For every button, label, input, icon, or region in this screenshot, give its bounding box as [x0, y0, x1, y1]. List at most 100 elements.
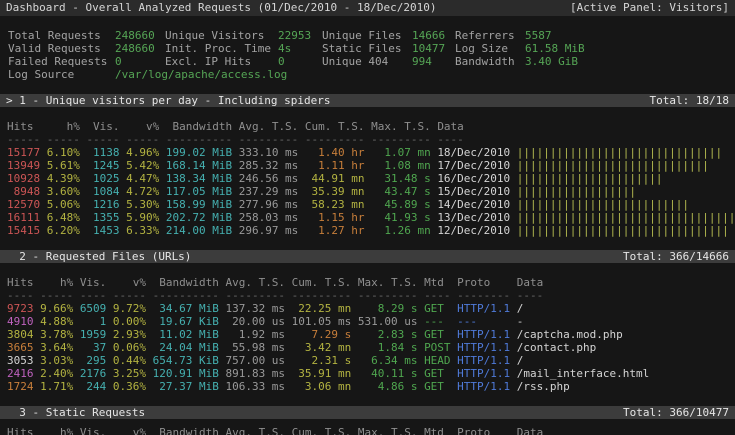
col-header-cum-t-s: Cum. T.S. [305, 120, 365, 133]
cell-hits: 10928 [7, 172, 40, 185]
col-header-vis: Vis. [80, 426, 106, 435]
hits-bar: |||||||||||||||||| [517, 185, 636, 198]
cell-cum-t-s: 22.25 mn [292, 302, 352, 315]
stat-label-log-size: Log Size [455, 42, 508, 55]
col-header-bandwidth: Bandwidth [153, 426, 219, 435]
cell-bandwidth: 168.14 MiB [166, 159, 232, 172]
stat-value-unique-files: 14666 [412, 29, 445, 42]
cell-vis: 37 [80, 341, 106, 354]
cell-max-t-s: 1.84 s [358, 341, 418, 354]
cell-vis: 1959 [80, 328, 106, 341]
separator-dashes: -------- [457, 289, 510, 302]
table-row[interactable]: 154156.20%14536.33%214.00 MiB296.97 ms1.… [0, 224, 735, 237]
table-row[interactable]: 97239.66%65099.72%34.67 MiB137.32 ms22.2… [0, 302, 735, 315]
stat-label-unique-404: Unique 404 [322, 55, 388, 68]
cell-hits: 1724 [7, 380, 33, 393]
col-header-max-t-s: Max. T.S. [358, 426, 418, 435]
summary-line: Valid Requests 248660 Init. Proc. Time 4… [0, 42, 735, 55]
cell-mtd: GET [424, 302, 450, 315]
stat-value-total-requests: 248660 [115, 29, 155, 42]
cell-cum-t-s: 101.05 ms [292, 315, 352, 328]
panel-header-unique-visitors[interactable]: > 1 - Unique visitors per day - Includin… [0, 94, 735, 107]
table-row[interactable]: 36653.64%370.06%24.04 MiB55.98 ms3.42 mn… [0, 341, 735, 354]
cell-avg-t-s: 1.92 ms [225, 328, 285, 341]
col-header-avg-t-s: Avg. T.S. [225, 276, 285, 289]
stat-value-init-proc-time: 4s [278, 42, 291, 55]
column-headers: Hitsh%Vis.v%BandwidthAvg. T.S.Cum. T.S.M… [0, 120, 735, 133]
cell-avg-t-s: 277.96 ms [239, 198, 299, 211]
cell-cum-t-s: 3.42 mn [292, 341, 352, 354]
cell-cum-t-s: 1.15 hr [305, 211, 365, 224]
cell-v: 0.06% [113, 341, 146, 354]
table-row[interactable]: 89483.60%10844.72%117.05 MiB237.29 ms35.… [0, 185, 735, 198]
table-row[interactable]: 24162.40%21763.25%120.91 MiB891.83 ms35.… [0, 367, 735, 380]
summary-line: Failed Requests 0 Excl. IP Hits 0 Unique… [0, 55, 735, 68]
separator-dashes: ---------- [153, 289, 219, 302]
table-row[interactable]: 17241.71%2440.36%27.37 MiB106.33 ms3.06 … [0, 380, 735, 393]
table-row[interactable]: 109284.39%10254.47%138.34 MiB246.56 ms44… [0, 172, 735, 185]
col-header-cum-t-s: Cum. T.S. [292, 426, 352, 435]
column-headers: Hitsh%Vis.v%BandwidthAvg. T.S.Cum. T.S.M… [0, 276, 735, 289]
cell-h: 6.10% [47, 146, 80, 159]
table-row[interactable]: 151776.10%11384.96%199.02 MiB333.10 ms1.… [0, 146, 735, 159]
cell-avg-t-s: 237.29 ms [239, 185, 299, 198]
cell-hits: 12570 [7, 198, 40, 211]
cell-v: 0.36% [113, 380, 146, 393]
col-header-max-t-s: Max. T.S. [371, 120, 431, 133]
summary-line: Log Source /var/log/apache/access.log [0, 68, 735, 81]
panel-header-static-requests[interactable]: 3 - Static Requests Total: 366/10477 [0, 406, 735, 419]
cell-vis: 6509 [80, 302, 106, 315]
cell-bandwidth: 24.04 MiB [153, 341, 219, 354]
summary-line: Total Requests 248660 Unique Visitors 22… [0, 29, 735, 42]
stat-value-log-source: /var/log/apache/access.log [115, 68, 287, 81]
cell-proto: HTTP/1.1 [457, 328, 510, 341]
cell-v: 0.44% [113, 354, 146, 367]
cell-max-t-s: 4.86 s [358, 380, 418, 393]
spacer [0, 419, 735, 426]
cell-cum-t-s: 2.31 s [292, 354, 352, 367]
cell-h: 5.61% [47, 159, 80, 172]
table-row[interactable]: 49104.88%10.00%19.67 KiB20.00 us101.05 m… [0, 315, 735, 328]
cell-mtd: GET [424, 328, 450, 341]
cell-max-t-s: 8.29 s [358, 302, 418, 315]
panel-title: 2 - Requested Files (URLs) [6, 250, 191, 263]
cell-data: - [517, 315, 524, 328]
table-row[interactable]: 30533.03%2950.44%654.73 KiB757.00 us2.31… [0, 354, 735, 367]
stat-value-valid-requests: 248660 [115, 42, 155, 55]
col-header-data: Data [437, 120, 464, 133]
cell-avg-t-s: 296.97 ms [239, 224, 299, 237]
stat-label-referrers: Referrers [455, 29, 515, 42]
cell-data: 17/Dec/2010 [437, 159, 510, 172]
cell-max-t-s: 2.83 s [358, 328, 418, 341]
cell-avg-t-s: 333.10 ms [239, 146, 299, 159]
cell-bandwidth: 158.99 MiB [166, 198, 232, 211]
cell-max-t-s: 1.26 mn [371, 224, 431, 237]
stat-label-valid-requests: Valid Requests [8, 42, 101, 55]
panel-header-requested-files[interactable]: 2 - Requested Files (URLs) Total: 366/14… [0, 250, 735, 263]
cell-h: 4.39% [47, 172, 80, 185]
cell-avg-t-s: 106.33 ms [225, 380, 285, 393]
panel-title: 3 - Static Requests [6, 406, 145, 419]
cell-vis: 1 [80, 315, 106, 328]
cell-vis: 2176 [80, 367, 106, 380]
col-header-hits: Hits [7, 426, 33, 435]
stat-value-excl-ip-hits: 0 [278, 55, 285, 68]
table-row[interactable]: 125705.06%12165.30%158.99 MiB277.96 ms58… [0, 198, 735, 211]
col-header-proto: Proto [457, 276, 510, 289]
col-header-data: Data [517, 276, 544, 289]
stat-label-unique-visitors: Unique Visitors [165, 29, 264, 42]
cell-cum-t-s: 1.40 hr [305, 146, 365, 159]
spacer [0, 263, 735, 276]
separator-dashes: ----- [47, 133, 80, 146]
cell-vis: 1453 [86, 224, 119, 237]
table-row[interactable]: 139495.61%12455.42%168.14 MiB285.32 ms1.… [0, 159, 735, 172]
cell-data: /captcha.mod.php [517, 328, 623, 341]
cell-h: 1.71% [40, 380, 73, 393]
table-row[interactable]: 38043.78%19592.93%11.02 MiB1.92 ms7.29 s… [0, 328, 735, 341]
cell-vis: 1355 [86, 211, 119, 224]
cell-vis: 1025 [86, 172, 119, 185]
cell-mtd: POST [424, 341, 450, 354]
cell-data: 13/Dec/2010 [437, 211, 510, 224]
table-row[interactable]: 161116.48%13555.90%202.72 MiB258.03 ms1.… [0, 211, 735, 224]
summary-stats: Total Requests 248660 Unique Visitors 22… [0, 29, 735, 81]
